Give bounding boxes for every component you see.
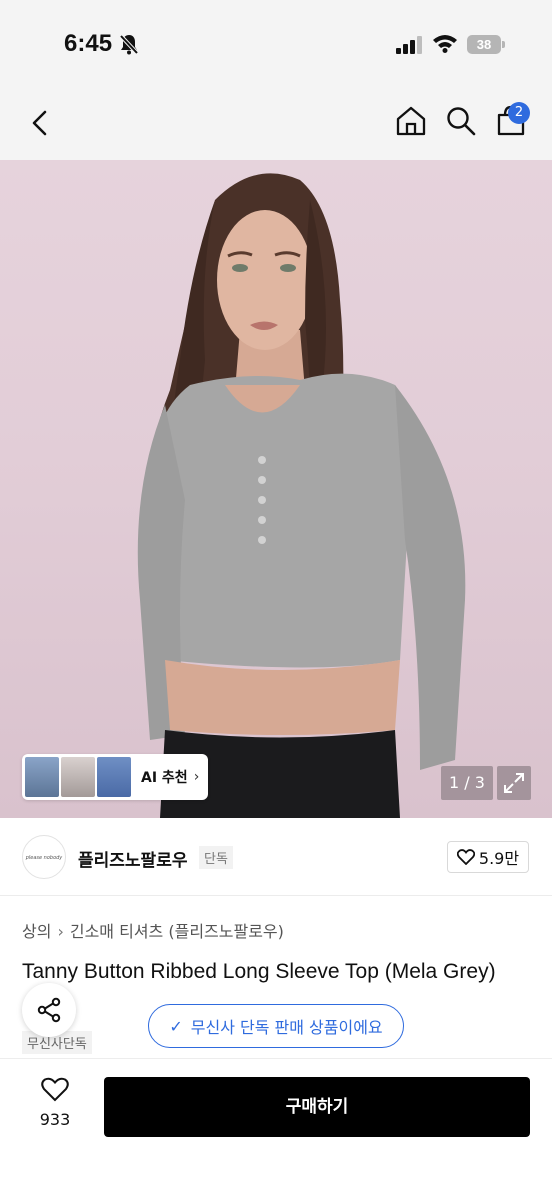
breadcrumb-item-subcategory[interactable]: 긴소매 티셔츠 (플리즈노팔로우)	[70, 922, 284, 941]
model-photo-illustration	[137, 173, 466, 818]
exclusive-badge: 단독	[199, 846, 233, 869]
ai-recommend-label: AI 추천	[141, 770, 188, 786]
product-image[interactable]	[0, 160, 552, 818]
exclusive-notice-pill: ✓ 무신사 단독 판매 상품이에요	[148, 1004, 404, 1048]
check-icon: ✓	[169, 1016, 183, 1036]
search-icon[interactable]	[445, 105, 477, 137]
ai-thumb-1	[25, 757, 59, 797]
status-bar: 6:45 38	[0, 0, 552, 90]
wishlist-count: 933	[39, 1110, 71, 1129]
home-icon[interactable]	[394, 104, 428, 138]
brand-row: please nobody 플리즈노팔로우 단독 5.9만	[0, 818, 552, 896]
brand-like-button[interactable]: 5.9만	[447, 841, 529, 873]
exclusive-notice-text: 무신사 단독 판매 상품이에요	[190, 1018, 383, 1037]
top-nav	[0, 90, 552, 160]
expand-icon	[504, 773, 524, 793]
chevron-right-icon: ›	[193, 769, 200, 785]
status-time: 6:45	[64, 30, 113, 57]
battery-tip	[502, 41, 505, 48]
heart-icon	[41, 1077, 69, 1102]
ai-thumb-3	[97, 757, 131, 797]
bell-muted-icon	[119, 34, 139, 55]
back-arrow-icon[interactable]	[26, 106, 56, 140]
signal-icon	[396, 36, 422, 54]
product-title: Tanny Button Ribbed Long Sleeve Top (Mel…	[22, 960, 496, 983]
wishlist-button[interactable]: 933	[28, 1077, 82, 1129]
brand-name[interactable]: 플리즈노팔로우	[78, 846, 187, 871]
heart-icon	[456, 849, 475, 865]
expand-button[interactable]	[497, 766, 531, 800]
chevron-right-icon: ›	[57, 922, 64, 941]
ai-recommend-chip[interactable]: AI 추천 ›	[22, 754, 208, 800]
bottom-purchase-bar: 933 구매하기	[0, 1058, 552, 1200]
brand-logo[interactable]: please nobody	[22, 835, 66, 879]
buy-button[interactable]: 구매하기	[104, 1077, 530, 1137]
ai-thumb-2	[61, 757, 95, 797]
breadcrumb-item-category[interactable]: 상의	[22, 922, 51, 941]
breadcrumb: 상의 › 긴소매 티셔츠 (플리즈노팔로우)	[22, 918, 284, 942]
battery-indicator: 38	[467, 35, 505, 54]
share-icon	[37, 997, 61, 1023]
battery-level: 38	[467, 35, 501, 54]
share-button[interactable]	[22, 983, 76, 1037]
wifi-icon	[433, 35, 457, 53]
cart-count-badge: 2	[508, 102, 530, 124]
image-pager: 1 / 3	[441, 766, 493, 800]
brand-like-count: 5.9만	[478, 849, 520, 868]
